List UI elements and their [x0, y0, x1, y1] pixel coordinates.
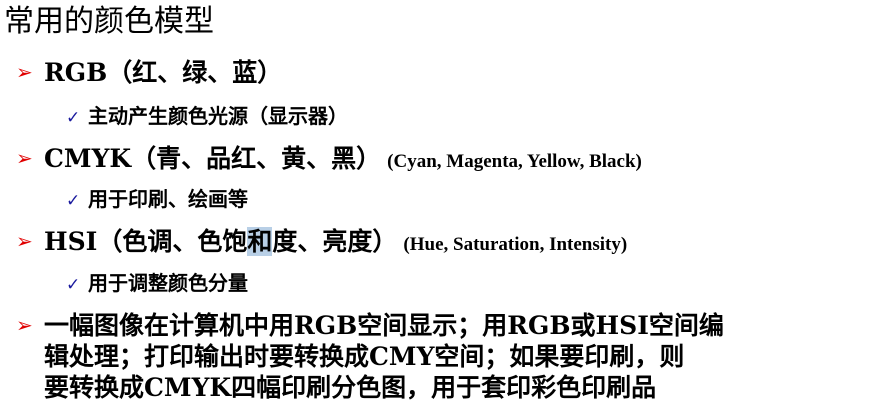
- arrow-bullet-icon: ➢: [16, 313, 33, 337]
- usage-rgb: 主动产生颜色光源（显示器）: [88, 104, 348, 128]
- checkmark-icon: ✓: [66, 275, 81, 295]
- sub-hsi: ✓ 用于调整颜色分量: [66, 270, 248, 298]
- sub-cmyk: ✓ 用于印刷、绘画等: [66, 186, 248, 214]
- summary-line-1: ➢ 一幅图像在计算机中用RGB空间显示；用RGB或HSI空间编: [16, 310, 886, 341]
- english-hsi: (Hue, Saturation, Intensity): [403, 234, 628, 255]
- model-name-hsi-a: HSI（色调、色饱: [44, 227, 248, 256]
- bullet-hsi: ➢ HSI（色调、色饱和度、亮度） (Hue, Saturation, Intens…: [16, 225, 627, 261]
- usage-hsi: 用于调整颜色分量: [88, 271, 248, 295]
- summary-paragraph: ➢ 一幅图像在计算机中用RGB空间显示；用RGB或HSI空间编 辑处理；打印输出时…: [16, 310, 886, 403]
- usage-cmyk: 用于印刷、绘画等: [88, 187, 248, 211]
- bullet-cmyk: ➢ CMYK（青、品红、黄、黑） (Cyan, Magenta, Yellow, B…: [16, 142, 642, 178]
- summary-line-3: 要转换成CMYK四幅印刷分色图，用于套印彩色印刷品: [44, 373, 657, 402]
- slide-title: 常用的颜色模型: [4, 4, 214, 39]
- arrow-bullet-icon: ➢: [16, 229, 33, 253]
- checkmark-icon: ✓: [66, 191, 81, 211]
- slide: 常用的颜色模型 ➢ RGB（红、绿、蓝） ✓ 主动产生颜色光源（显示器） ➢ CMYK…: [0, 0, 894, 403]
- sub-rgb: ✓ 主动产生颜色光源（显示器）: [66, 103, 348, 131]
- model-name-cmyk: CMYK（青、品红、黄、黑）: [44, 144, 382, 173]
- bullet-rgb: ➢ RGB（红、绿、蓝）: [16, 56, 282, 89]
- model-name-hsi-b: 度、亮度）: [272, 227, 398, 256]
- english-cmyk: (Cyan, Magenta, Yellow, Black): [387, 151, 642, 172]
- arrow-bullet-icon: ➢: [16, 146, 33, 170]
- model-name-rgb: RGB（红、绿、蓝）: [44, 58, 283, 87]
- arrow-bullet-icon: ➢: [16, 60, 33, 84]
- checkmark-icon: ✓: [66, 108, 81, 128]
- text-selection-highlight[interactable]: 和: [247, 227, 273, 256]
- summary-line-2: 辑处理；打印输出时要转换成CMY空间；如果要印刷，则: [44, 342, 685, 371]
- summary-text-1: 一幅图像在计算机中用RGB空间显示；用RGB或HSI空间编: [44, 311, 724, 340]
